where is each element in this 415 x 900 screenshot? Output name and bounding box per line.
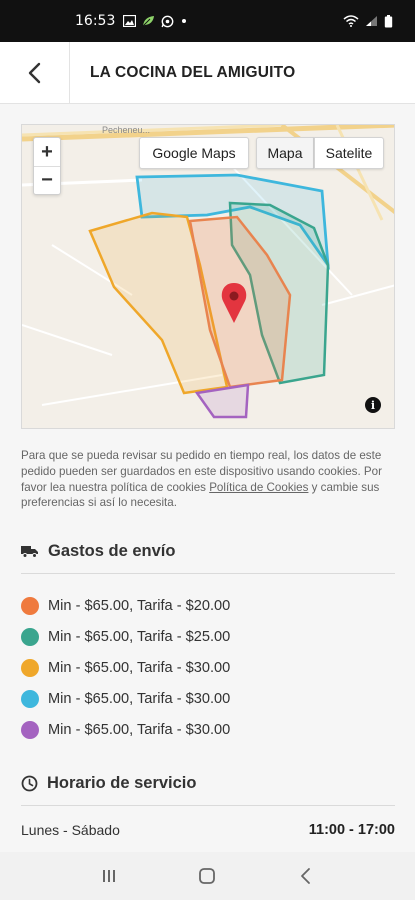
schedule-section-header: Horario de servicio	[21, 774, 395, 806]
shipping-fee-list: Min - $65.00, Tarifa - $20.00 Min - $65.…	[21, 590, 395, 745]
shipping-title: Gastos de envío	[48, 542, 176, 560]
cookie-policy-link[interactable]: Política de Cookies	[209, 481, 308, 494]
recent-apps-icon	[103, 870, 116, 882]
schedule-hours: 11:00 - 17:00	[308, 822, 395, 838]
image-icon	[123, 15, 137, 27]
schedule-title: Horario de servicio	[47, 774, 197, 792]
fee-label: Min - $65.00, Tarifa - $20.00	[48, 597, 231, 614]
map-street-label: Pecheneu...	[102, 125, 150, 135]
map-type-map-button[interactable]: Mapa	[256, 137, 314, 169]
system-icons	[343, 14, 393, 28]
leaf-icon	[143, 16, 155, 27]
whatsapp-icon	[161, 15, 174, 27]
wifi-icon	[343, 15, 359, 27]
zone-color-dot	[21, 720, 39, 739]
zone-color-dot	[21, 596, 39, 615]
schedule-row: Lunes - Sábado 11:00 - 17:00	[21, 822, 395, 838]
zoom-out-button[interactable]: −	[34, 166, 60, 194]
fee-label: Min - $65.00, Tarifa - $30.00	[48, 721, 231, 738]
fee-label: Min - $65.00, Tarifa - $30.00	[48, 690, 231, 707]
fee-item: Min - $65.00, Tarifa - $20.00	[21, 590, 395, 621]
schedule-days: Lunes - Sábado	[21, 822, 120, 838]
fee-item: Min - $65.00, Tarifa - $30.00	[21, 714, 395, 745]
status-bar: 16:53	[0, 0, 415, 42]
chevron-left-icon	[28, 62, 40, 83]
battery-icon	[384, 14, 393, 27]
page-title: LA COCINA DEL AMIGUITO	[90, 63, 296, 81]
shipping-section-header: Gastos de envío	[21, 542, 395, 574]
zone-color-dot	[21, 627, 39, 646]
truck-icon	[21, 546, 38, 558]
system-back-button[interactable]	[286, 856, 326, 896]
signal-icon	[366, 16, 377, 26]
zone-color-dot	[21, 689, 39, 708]
info-icon[interactable]: i	[365, 397, 381, 413]
clock-icon	[21, 775, 38, 792]
map-type-satellite-button[interactable]: Satelite	[314, 137, 384, 169]
dot-icon	[182, 19, 187, 23]
recent-apps-button[interactable]	[89, 856, 129, 896]
google-maps-button[interactable]: Google Maps	[139, 137, 249, 169]
home-button[interactable]	[187, 856, 227, 896]
back-icon	[300, 868, 310, 884]
system-nav-bar	[0, 852, 415, 900]
fee-item: Min - $65.00, Tarifa - $25.00	[21, 621, 395, 652]
map-road	[22, 324, 113, 356]
fee-item: Min - $65.00, Tarifa - $30.00	[21, 652, 395, 683]
status-time: 16:53	[75, 13, 116, 29]
map-canvas: Pecheneu...	[22, 125, 394, 419]
back-button[interactable]	[0, 41, 70, 104]
cookie-notice: Para que se pueda revisar su pedido en t…	[21, 448, 395, 511]
zoom-control: + −	[33, 137, 61, 195]
fee-label: Min - $65.00, Tarifa - $25.00	[48, 628, 231, 645]
fee-label: Min - $65.00, Tarifa - $30.00	[48, 659, 231, 676]
notification-icons	[123, 15, 188, 28]
app-bar: LA COCINA DEL AMIGUITO	[0, 41, 415, 104]
home-icon	[199, 868, 216, 884]
map-road	[321, 284, 394, 306]
zone-color-dot	[21, 658, 39, 677]
zoom-in-button[interactable]: +	[34, 138, 60, 166]
fee-item: Min - $65.00, Tarifa - $30.00	[21, 683, 395, 714]
delivery-zones-map[interactable]: Pecheneu... + − Google Maps Mapa Satelit…	[21, 124, 395, 429]
